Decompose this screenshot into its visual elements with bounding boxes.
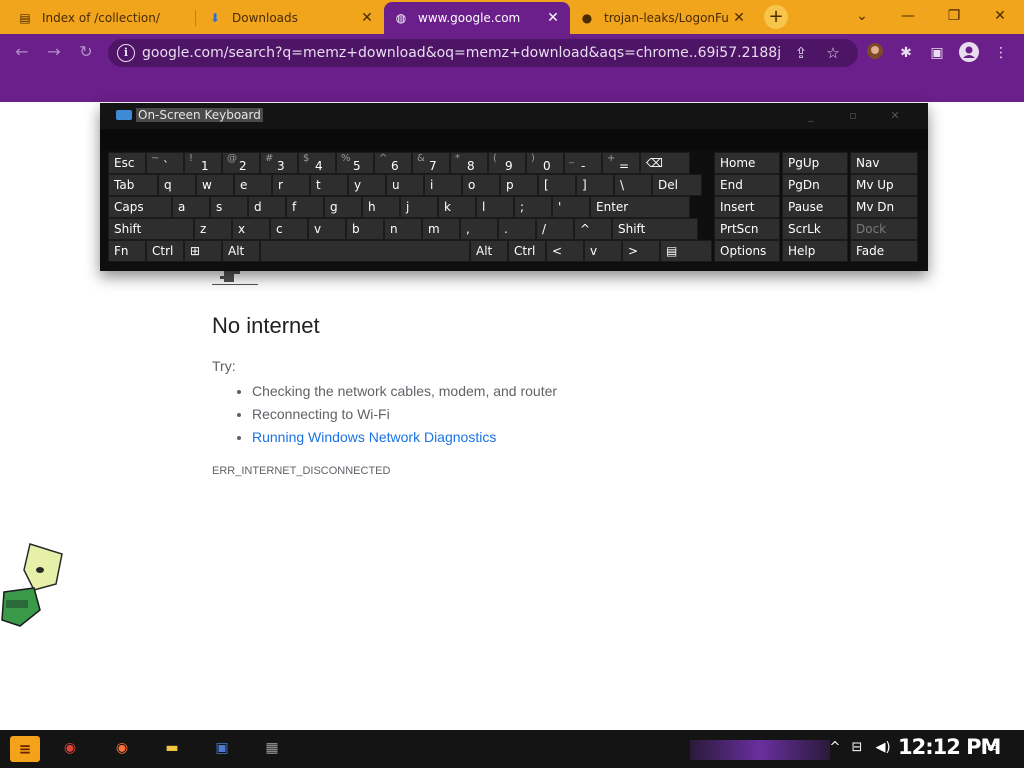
error-title: No internet xyxy=(212,313,320,338)
bookmark-star-icon[interactable]: ☆ xyxy=(822,42,844,64)
side-panel-icon[interactable]: ▣ xyxy=(926,42,948,64)
remote-desktop-taskbar-icon[interactable]: ▣ xyxy=(208,736,236,760)
folder-icon: ▬ xyxy=(165,740,179,756)
firefox-icon: ◉ xyxy=(115,740,129,756)
osk-prediction-strip xyxy=(100,129,928,151)
volume-icon[interactable]: ◀) xyxy=(872,738,894,758)
extension-avatar-icon[interactable] xyxy=(864,42,886,64)
tab-google[interactable]: ◍ www.google.com ✕ xyxy=(384,2,570,34)
start-button[interactable]: ≡ xyxy=(10,736,40,762)
tab-title: Index of /collection/ xyxy=(42,11,160,25)
share-icon[interactable]: ⇪ xyxy=(790,42,812,64)
tab-search-icon[interactable]: ⌄ xyxy=(842,4,882,28)
network-diagnostics-link[interactable]: Running Windows Network Diagnostics xyxy=(252,429,496,445)
tray-overflow-icon[interactable]: ^ xyxy=(826,738,844,758)
tab-title: www.google.com xyxy=(418,11,521,25)
window-close-icon[interactable]: ✕ xyxy=(980,4,1020,28)
restore-icon[interactable]: ❐ xyxy=(934,4,974,28)
desktop-mascot-image xyxy=(1,543,63,627)
notifications-icon[interactable]: ▭ xyxy=(984,738,1002,758)
document-icon: ▤ xyxy=(19,11,31,25)
tab-close-icon[interactable]: ✕ xyxy=(360,10,374,26)
tab-close-icon[interactable]: ✕ xyxy=(732,10,746,26)
firefox-taskbar-icon[interactable]: ◉ xyxy=(108,736,136,760)
profile-icon[interactable] xyxy=(958,42,980,64)
file-explorer-taskbar-icon[interactable]: ▬ xyxy=(158,736,186,760)
osk-close-icon[interactable]: ✕ xyxy=(880,108,910,124)
github-icon: ● xyxy=(581,11,593,25)
tab-title: trojan-leaks/LogonFu xyxy=(604,11,729,25)
tab-index-of-collection[interactable]: ▤ Index of /collection/ xyxy=(8,2,194,34)
new-tab-button[interactable]: + xyxy=(764,5,788,29)
keyboard-icon xyxy=(116,110,132,120)
tab-separator xyxy=(195,10,196,26)
reload-icon[interactable]: ↻ xyxy=(75,41,97,63)
offline-dino-icon xyxy=(212,268,258,285)
monitor-icon: ▣ xyxy=(215,740,229,756)
suggestion-check-cables: Checking the network cables, modem, and … xyxy=(252,380,557,403)
extension-avatar-graphic xyxy=(867,43,883,59)
chrome-taskbar-icon[interactable]: ◉ xyxy=(56,736,84,760)
tab-downloads[interactable]: ⬇ Downloads ✕ xyxy=(198,2,384,34)
error-suggestion-list: Checking the network cables, modem, and … xyxy=(230,380,557,449)
error-code: ERR_INTERNET_DISCONNECTED xyxy=(212,465,391,477)
osk-minimize-icon[interactable]: _ xyxy=(796,108,826,124)
suggestion-run-diagnostics: Running Windows Network Diagnostics xyxy=(252,426,557,449)
download-icon: ⬇ xyxy=(209,11,221,25)
globe-icon: ◍ xyxy=(395,11,407,25)
osk-title: On-Screen Keyboard xyxy=(136,108,263,122)
site-info-icon[interactable]: i xyxy=(117,44,135,62)
browser-menu-icon[interactable]: ⋮ xyxy=(990,42,1012,64)
bookmarks-bar xyxy=(0,70,1024,102)
app-taskbar-icon[interactable]: ▦ xyxy=(258,736,286,760)
app-icon: ▦ xyxy=(265,740,279,756)
taskbar-decoration xyxy=(690,740,830,760)
chrome-icon: ◉ xyxy=(63,740,77,756)
tab-title: Downloads xyxy=(232,11,298,25)
profile-graphic xyxy=(959,42,979,62)
minimize-icon[interactable]: — xyxy=(888,4,928,28)
back-icon[interactable]: ← xyxy=(11,41,33,63)
extensions-icon[interactable]: ✱ xyxy=(895,42,917,64)
suggestion-reconnect-wifi: Reconnecting to Wi-Fi xyxy=(252,403,557,426)
network-icon[interactable]: ⊟ xyxy=(848,738,866,758)
error-try-label: Try: xyxy=(212,358,236,374)
url-text[interactable]: google.com/search?q=memz+download&oq=mem… xyxy=(142,44,782,62)
forward-icon[interactable]: → xyxy=(43,41,65,63)
tab-github[interactable]: ● trojan-leaks/LogonFu ✕ xyxy=(570,2,756,34)
tab-close-icon[interactable]: ✕ xyxy=(546,10,560,26)
osk-maximize-icon[interactable]: ▫ xyxy=(838,108,868,124)
taskbar xyxy=(0,730,1024,768)
